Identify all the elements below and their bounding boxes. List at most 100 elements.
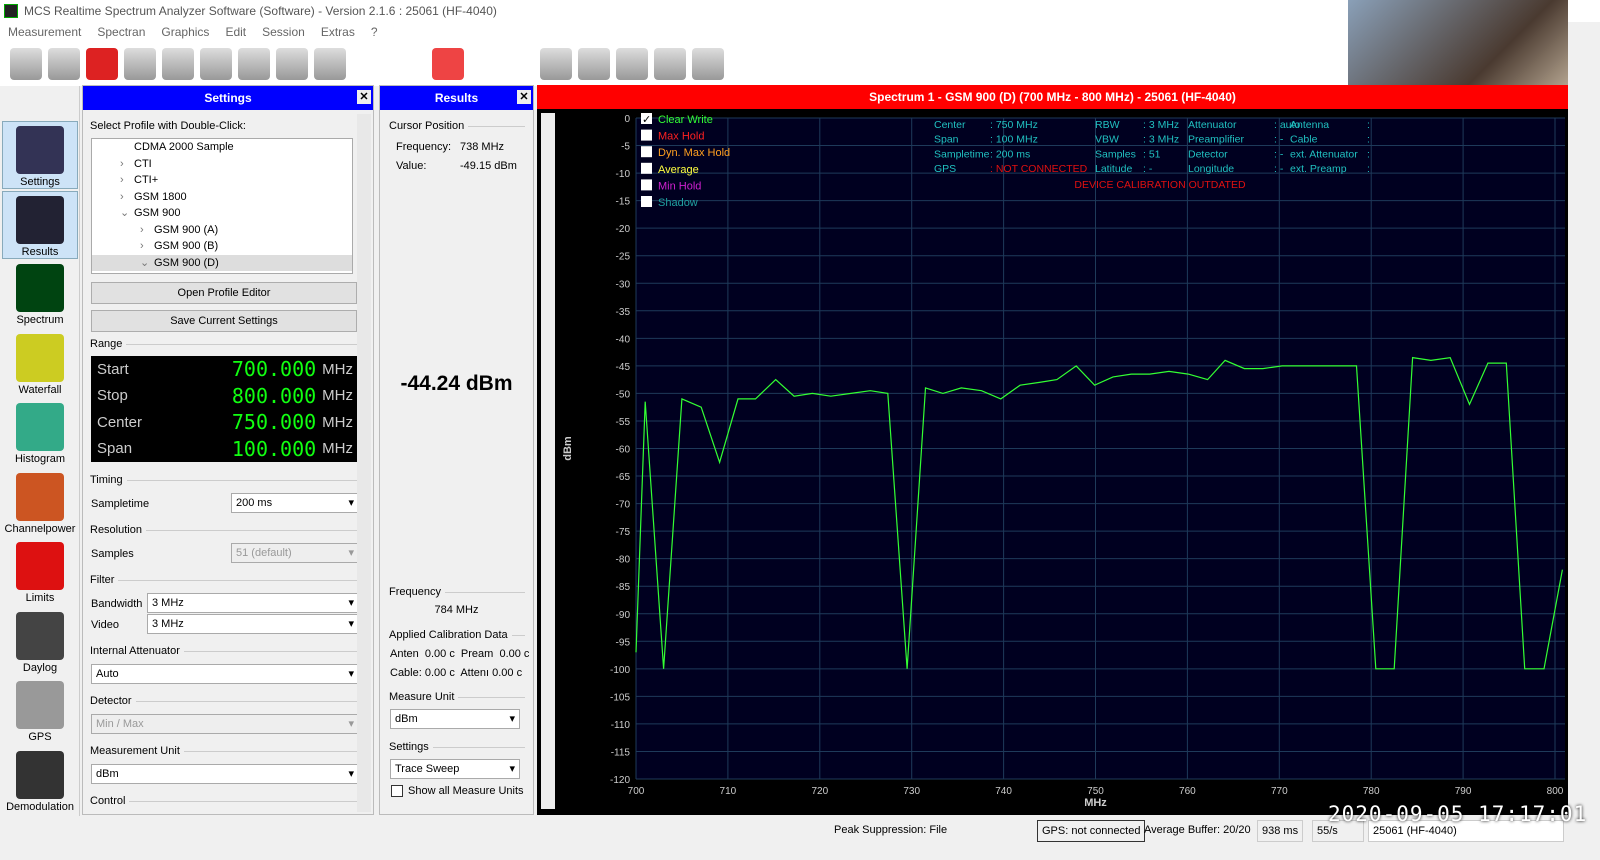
- nav-histogram[interactable]: Histogram: [2, 399, 78, 467]
- tree-item[interactable]: › CTI: [92, 156, 352, 173]
- probe-icon[interactable]: [124, 48, 156, 80]
- nav-channelpower[interactable]: Channelpower: [2, 469, 78, 537]
- stop-icon[interactable]: [86, 48, 118, 80]
- menu-item[interactable]: Graphics: [153, 25, 217, 39]
- legend-checkbox[interactable]: [641, 146, 652, 158]
- expand-icon[interactable]: ›: [120, 189, 134, 206]
- menu-item[interactable]: Session: [254, 25, 313, 39]
- video-label: Video: [91, 619, 119, 631]
- tree-item[interactable]: › GSM 1800: [92, 189, 352, 206]
- marker-icon[interactable]: [616, 48, 648, 80]
- legend-checkbox[interactable]: [641, 129, 652, 141]
- trace-mode-select[interactable]: Trace Sweep: [390, 759, 520, 779]
- settings-icon[interactable]: [162, 48, 194, 80]
- bandwidth-select[interactable]: 3 MHz: [147, 593, 359, 613]
- nav-gps[interactable]: GPS: [2, 677, 78, 745]
- settings-scrollbar[interactable]: [357, 114, 371, 812]
- range-row[interactable]: Center 750.000 MHz: [91, 409, 359, 436]
- legend-checkbox[interactable]: [641, 196, 652, 207]
- tree-item[interactable]: ⌄ GSM 900: [92, 205, 352, 222]
- tree-item[interactable]: › CTI+: [92, 172, 352, 189]
- y-axis-label: dBm: [562, 436, 574, 461]
- nav-spectrum[interactable]: Spectrum: [2, 260, 78, 328]
- expand-icon[interactable]: ›: [140, 222, 154, 239]
- expand-icon[interactable]: ⌄: [140, 255, 154, 272]
- connect-icon[interactable]: [200, 48, 232, 80]
- info-label: Latitude: [1095, 163, 1133, 175]
- unit-select[interactable]: dBm: [91, 764, 359, 784]
- nav-limits[interactable]: Limits: [2, 538, 78, 606]
- add-view-icon[interactable]: [578, 48, 610, 80]
- expand-icon[interactable]: ›: [120, 156, 134, 173]
- redo-icon[interactable]: [692, 48, 724, 80]
- nav-results[interactable]: Results: [2, 190, 78, 259]
- video-select[interactable]: 3 MHz: [147, 614, 359, 634]
- y-tick-label: 0: [624, 114, 630, 125]
- menu-item[interactable]: Edit: [217, 25, 254, 39]
- expand-icon[interactable]: ›: [140, 238, 154, 255]
- y-tick-label: -120: [610, 775, 630, 786]
- range-value[interactable]: 100.000: [232, 437, 316, 461]
- show-all-checkbox[interactable]: [391, 785, 403, 797]
- nav-settings[interactable]: Settings: [2, 121, 78, 189]
- results-header: Results ✕: [380, 86, 533, 110]
- range-value[interactable]: 800.000: [232, 384, 316, 408]
- pause-icon[interactable]: [48, 48, 80, 80]
- nav-waterfall[interactable]: Waterfall: [2, 330, 78, 398]
- y-tick-label: -10: [616, 169, 631, 180]
- info-label: ext. Attenuator: [1290, 148, 1358, 160]
- close-icon[interactable]: ✕: [357, 90, 371, 104]
- x-tick-label: 710: [720, 786, 737, 797]
- nav-label: GPS: [28, 731, 52, 743]
- x-tick-label: 740: [995, 786, 1012, 797]
- nav-daylog[interactable]: Daylog: [2, 608, 78, 676]
- tree-item[interactable]: › GSM 900 (A): [92, 222, 352, 239]
- sampletime-label: Sampletime: [91, 498, 150, 510]
- chart-scrollbar[interactable]: [541, 113, 555, 809]
- undo-icon[interactable]: [654, 48, 686, 80]
- print-icon[interactable]: [276, 48, 308, 80]
- snapshot-icon[interactable]: [314, 48, 346, 80]
- tree-item[interactable]: › GSM 900 (B): [92, 238, 352, 255]
- attenuator-select[interactable]: Auto: [91, 664, 359, 684]
- expand-icon[interactable]: ›: [120, 172, 134, 189]
- range-row[interactable]: Span 100.000 MHz: [91, 436, 359, 463]
- legend-checkbox[interactable]: [641, 179, 652, 191]
- menu-item[interactable]: Measurement: [0, 25, 89, 39]
- unit-group: Measurement Unit: [90, 745, 358, 757]
- tree-item[interactable]: CDMA 2000 Sample: [92, 139, 352, 156]
- close-icon[interactable]: ✕: [517, 90, 531, 104]
- control-label: Control: [90, 795, 126, 807]
- range-value[interactable]: 700.000: [232, 357, 316, 381]
- detector-select[interactable]: Min / Max: [91, 714, 359, 734]
- y-tick-label: -80: [616, 555, 631, 566]
- open-profile-editor-button[interactable]: Open Profile Editor: [91, 282, 357, 304]
- info-label: ext. Preamp: [1290, 163, 1347, 175]
- y-tick-label: -105: [610, 692, 630, 703]
- range-value[interactable]: 750.000: [232, 410, 316, 434]
- attenuator-group: Internal Attenuator: [90, 645, 358, 657]
- info-value: : -: [1274, 148, 1284, 160]
- results-title: Results: [434, 91, 479, 105]
- remove-view-icon[interactable]: [540, 48, 572, 80]
- rec-icon[interactable]: [432, 48, 464, 80]
- range-row[interactable]: Start 700.000 MHz: [91, 356, 359, 383]
- settings-panel: Settings ✕ Select Profile with Double-Cli…: [82, 85, 374, 815]
- clear-icon[interactable]: [238, 48, 270, 80]
- range-row[interactable]: Stop 800.000 MHz: [91, 383, 359, 410]
- sampletime-select[interactable]: 200 ms: [231, 493, 359, 513]
- save-settings-button[interactable]: Save Current Settings: [91, 310, 357, 332]
- spectrum-chart[interactable]: 0 -5 -10 -15 -20 -25 -30 -35 -40 -45 -50 -55 -60 -65 -…: [537, 109, 1568, 815]
- samples-select[interactable]: 51 (default): [231, 543, 359, 563]
- menu-item[interactable]: Extras: [313, 25, 363, 39]
- expand-icon[interactable]: ⌄: [120, 205, 134, 222]
- legend-checkbox[interactable]: [641, 162, 652, 174]
- nav-demodulation[interactable]: Demodulation: [2, 747, 78, 815]
- menu-item[interactable]: Spectran: [89, 25, 153, 39]
- tree-item[interactable]: ⌄ GSM 900 (D): [92, 254, 352, 272]
- profile-tree[interactable]: CDMA 2000 Sample › CTI › CTI+ › GSM 1800 ⌄ GSM 9…: [91, 138, 353, 274]
- measure-unit-select[interactable]: dBm: [390, 709, 520, 729]
- menu-item[interactable]: ?: [363, 25, 386, 39]
- play-icon[interactable]: [10, 48, 42, 80]
- info-value: :: [1367, 148, 1370, 160]
